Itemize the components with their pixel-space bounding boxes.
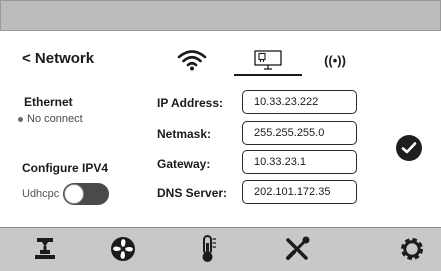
gear-icon: [401, 238, 423, 260]
tab-ethernet[interactable]: [234, 44, 302, 76]
nav-tools-button[interactable]: [280, 232, 314, 266]
ethernet-status-text: No connect: [27, 113, 83, 125]
netmask-field[interactable]: 255.255.255.0: [242, 121, 357, 145]
tab-hotspot[interactable]: ((•)): [317, 44, 353, 76]
thermometer-icon: [202, 235, 216, 262]
ip-address-label: IP Address:: [157, 96, 224, 110]
dns-server-label: DNS Server:: [157, 186, 228, 200]
nav-settings-button[interactable]: [395, 232, 429, 266]
toggle-knob: [64, 184, 85, 204]
netmask-label: Netmask:: [157, 127, 212, 141]
nav-temperature-button[interactable]: [191, 232, 225, 266]
ethernet-status: No connect: [18, 113, 83, 125]
fan-icon: [111, 237, 135, 261]
ip-address-field[interactable]: 10.33.23.222: [242, 90, 357, 114]
udhcpc-label: Udhcpc: [22, 188, 60, 200]
udhcpc-toggle[interactable]: [63, 183, 110, 205]
print-bed-icon: [35, 238, 55, 259]
ethernet-title: Ethernet: [24, 95, 73, 109]
tab-wifi[interactable]: [170, 44, 214, 76]
confirm-button[interactable]: [396, 135, 422, 161]
udhcpc-row: Udhcpc: [22, 183, 110, 205]
hotspot-icon: ((•)): [324, 52, 346, 68]
status-dot-icon: [18, 116, 23, 122]
gateway-field[interactable]: 10.33.23.1: [242, 150, 357, 174]
ethernet-icon: [254, 50, 282, 70]
nav-fan-button[interactable]: [106, 232, 140, 266]
configure-ipv4-title: Configure IPV4: [22, 161, 109, 175]
top-status-bar: [0, 0, 441, 31]
back-button[interactable]: < Network: [22, 50, 94, 67]
checkmark-icon: [401, 142, 417, 154]
gateway-label: Gateway:: [157, 157, 211, 171]
dns-server-field[interactable]: 202.101.172.35: [242, 180, 357, 204]
wifi-icon: [177, 50, 207, 71]
tools-icon: [286, 236, 310, 260]
nav-print-button[interactable]: [28, 232, 62, 266]
